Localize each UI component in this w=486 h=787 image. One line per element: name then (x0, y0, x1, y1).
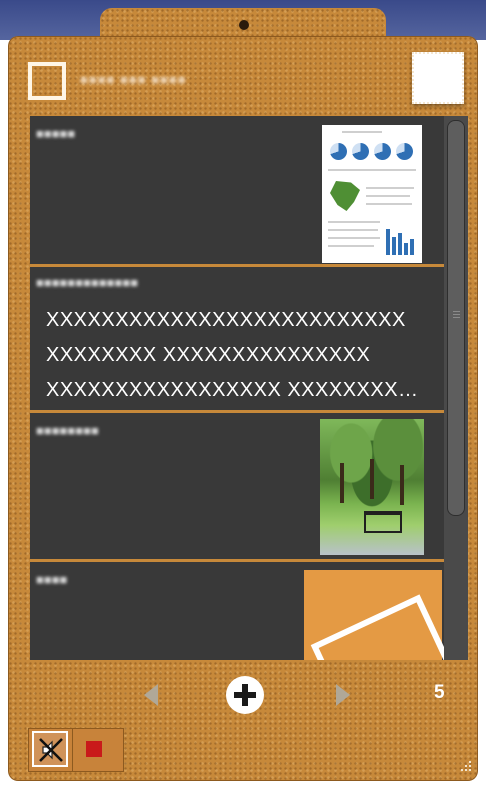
scroll-thumb[interactable] (447, 120, 465, 516)
stop-icon[interactable] (86, 741, 102, 757)
mute-button[interactable] (32, 731, 68, 767)
next-arrow-icon[interactable] (336, 684, 350, 706)
grip-icon (453, 311, 460, 312)
pin-hole-icon (239, 20, 249, 30)
list-scrollbar[interactable] (444, 116, 468, 660)
note-label: ■■■■■■■■■■■■■ (36, 275, 139, 290)
note-list[interactable]: ■■■■■ ■■■■■■■■■■■■■ XXXXXXXXXXXXXXXXXXXX… (30, 116, 468, 660)
board-title: ■■■■ ■■■ ■■■■ (80, 72, 187, 87)
mute-icon (39, 738, 63, 762)
list-item[interactable]: ■■■■■ (30, 116, 444, 264)
park-photo-thumbnail (320, 419, 424, 555)
resize-grip-icon[interactable] (460, 760, 472, 772)
add-note-button[interactable] (226, 676, 264, 714)
previous-arrow-icon[interactable] (144, 684, 158, 706)
note-tile-button[interactable] (412, 52, 464, 104)
list-item[interactable]: ■■■■■■■■■■■■■ XXXXXXXXXXXXXXXXXXXXXXXXXX… (30, 267, 444, 410)
select-all-checkbox[interactable] (28, 62, 66, 100)
document-thumbnail (322, 125, 422, 263)
note-text: XXXXXXXXXXXXXXXXXXXXXXXXXX XXXXXXXX XXXX… (46, 309, 419, 401)
list-item[interactable]: ■■■■ (30, 562, 454, 660)
note-label: ■■■■ (36, 572, 68, 587)
note-label: ■■■■■ (36, 126, 76, 141)
list-item[interactable]: ■■■■■■■■ (30, 413, 444, 559)
note-label: ■■■■■■■■ (36, 423, 99, 438)
note-count: 5 (434, 682, 445, 703)
orange-image-thumbnail (304, 570, 454, 660)
toolbar-divider (72, 728, 73, 772)
